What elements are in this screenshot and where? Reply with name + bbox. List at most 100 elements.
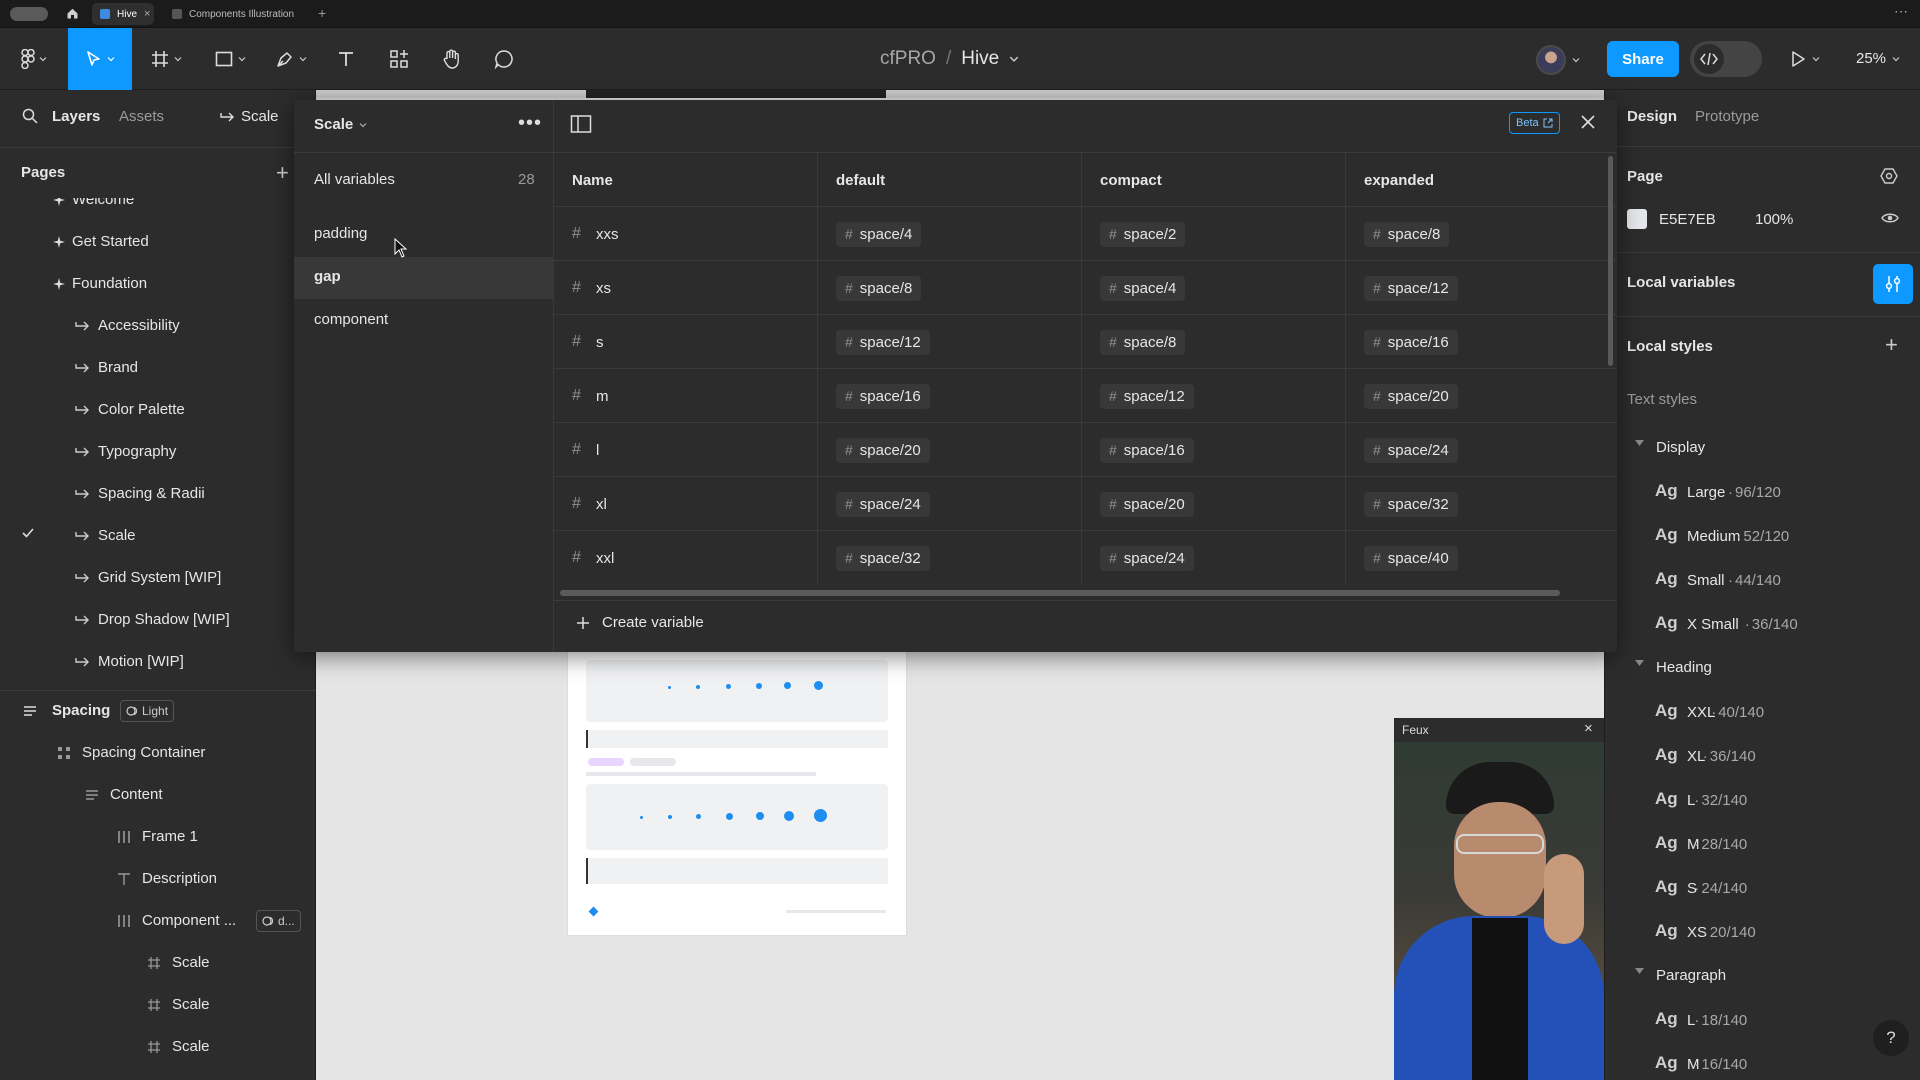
variable-value-cell[interactable]: # space/40 [1346, 531, 1617, 583]
variable-name-cell[interactable]: # s [554, 315, 818, 369]
variable-name-cell[interactable]: # xs [554, 261, 818, 315]
variable-name-cell[interactable]: # l [554, 423, 818, 477]
variable-value-cell[interactable]: # space/12 [1346, 261, 1617, 315]
variable-name-cell[interactable]: # xxl [554, 531, 818, 583]
home-icon[interactable] [66, 7, 79, 20]
variable-value-cell[interactable]: # space/12 [1082, 369, 1346, 423]
help-button[interactable]: ? [1873, 1020, 1909, 1056]
variable-value-cell[interactable]: # space/20 [818, 423, 1082, 477]
resources-tool-button[interactable] [383, 28, 415, 90]
variable-value-cell[interactable]: # space/2 [1082, 207, 1346, 261]
close-modal-icon[interactable] [1580, 114, 1596, 130]
variable-value-cell[interactable]: # space/4 [1082, 261, 1346, 315]
all-variables-item[interactable]: All variables [314, 171, 395, 188]
sidebar-toggle-icon[interactable] [570, 114, 592, 134]
variable-alias-chip[interactable]: # space/20 [1100, 491, 1194, 517]
browser-tab-hive[interactable]: Hive × [92, 3, 154, 25]
dev-mode-toggle[interactable] [1690, 41, 1762, 77]
variable-row[interactable]: # xxs # space/4 # space/2 # space/8 [554, 207, 1617, 261]
hand-tool-button[interactable] [436, 28, 468, 90]
variable-value-cell[interactable]: # space/24 [1346, 423, 1617, 477]
add-style-icon[interactable]: + [1885, 332, 1898, 358]
page-item[interactable]: Scale [0, 518, 296, 554]
text-style-item[interactable]: Ag M 16/140 · [1605, 1050, 1920, 1080]
column-header[interactable]: default [818, 153, 1082, 207]
variable-alias-chip[interactable]: # space/16 [836, 383, 930, 409]
pen-tool-button[interactable] [268, 28, 314, 90]
variable-value-cell[interactable]: # space/20 [1082, 477, 1346, 531]
more-tabs-icon[interactable]: ⋯ [1894, 3, 1908, 20]
layer-item-spacing[interactable]: Spacing Light [0, 690, 316, 732]
move-tool-button[interactable] [68, 28, 132, 90]
page-item[interactable]: Accessibility [0, 308, 296, 344]
zoom-control[interactable]: 25% [1856, 50, 1900, 67]
text-style-item[interactable]: Ag XXL 40/140 · [1605, 698, 1920, 730]
page-item[interactable]: Welcome [0, 198, 296, 218]
text-style-item[interactable]: Ag X Small 36/140 · [1605, 610, 1920, 642]
layer-item[interactable]: Scale [0, 984, 316, 1026]
layer-item[interactable]: Frame 1 [0, 816, 316, 858]
page-item[interactable]: Foundation [0, 266, 296, 302]
share-button[interactable]: Share [1607, 41, 1679, 77]
variable-name-cell[interactable]: # m [554, 369, 818, 423]
add-page-icon[interactable]: + [276, 160, 289, 186]
layer-item[interactable]: Scale [0, 942, 316, 984]
page-settings-icon[interactable] [1879, 166, 1899, 186]
variable-value-cell[interactable]: # space/24 [818, 477, 1082, 531]
open-variables-button[interactable] [1873, 264, 1913, 304]
variable-row[interactable]: # xs # space/8 # space/4 # space/12 [554, 261, 1617, 315]
scale-documentation-frame[interactable] [568, 650, 906, 935]
variable-row[interactable]: # m # space/16 # space/12 # space/20 [554, 369, 1617, 423]
variable-alias-chip[interactable]: # space/24 [836, 491, 930, 517]
variable-group-item[interactable]: padding [294, 214, 554, 256]
column-header[interactable]: compact [1082, 153, 1346, 207]
variable-group-item[interactable]: component [294, 300, 554, 342]
page-color-value[interactable]: E5E7EB [1659, 211, 1716, 228]
text-style-item[interactable]: Ag Small 44/140 · [1605, 566, 1920, 598]
close-video-icon[interactable]: × [1584, 720, 1593, 737]
text-style-item[interactable]: Ag Medium 52/120 · [1605, 522, 1920, 554]
layer-item[interactable]: Description [0, 858, 316, 900]
shape-tool-button[interactable] [208, 28, 252, 90]
more-options-icon[interactable]: ••• [518, 112, 542, 135]
variable-name-cell[interactable]: # xxs [554, 207, 818, 261]
tab-assets[interactable]: Assets [119, 108, 164, 125]
variable-value-cell[interactable]: # space/8 [818, 261, 1082, 315]
variable-value-cell[interactable]: # space/24 [1082, 531, 1346, 583]
column-header[interactable]: expanded [1346, 153, 1617, 207]
variable-value-cell[interactable]: # space/16 [818, 369, 1082, 423]
beta-badge[interactable]: Beta [1509, 112, 1560, 134]
text-style-item[interactable]: Ag Large 96/120 · [1605, 478, 1920, 510]
variable-alias-chip[interactable]: # space/12 [1364, 275, 1458, 301]
file-breadcrumb[interactable]: cfPRO / Hive [880, 48, 1019, 70]
new-tab-icon[interactable]: + [318, 5, 326, 21]
text-style-item[interactable]: Ag M 28/140 · [1605, 830, 1920, 862]
team-name[interactable]: cfPRO [880, 48, 936, 70]
present-button[interactable] [1790, 50, 1820, 68]
page-item[interactable]: Color Palette [0, 392, 296, 428]
table-vertical-scrollbar[interactable] [1608, 156, 1613, 366]
scale-page-link[interactable]: Scale [220, 108, 279, 125]
collection-dropdown[interactable]: Scale [314, 116, 367, 133]
variable-value-cell[interactable]: # space/8 [1346, 207, 1617, 261]
user-avatar-menu[interactable] [1536, 45, 1580, 75]
page-item[interactable]: Drop Shadow [WIP] [0, 602, 296, 638]
variable-alias-chip[interactable]: # space/24 [1364, 437, 1458, 463]
variable-alias-chip[interactable]: # space/20 [836, 437, 930, 463]
style-group-header[interactable]: Heading [1605, 654, 1920, 684]
search-layers-icon[interactable] [22, 108, 38, 124]
variable-value-cell[interactable]: # space/16 [1082, 423, 1346, 477]
variable-value-cell[interactable]: # space/12 [818, 315, 1082, 369]
close-tab-icon[interactable]: × [144, 8, 150, 20]
comment-tool-button[interactable] [488, 28, 520, 90]
variable-value-cell[interactable]: # space/8 [1082, 315, 1346, 369]
variable-alias-chip[interactable]: # space/8 [836, 275, 922, 301]
variable-alias-chip[interactable]: # space/8 [1100, 329, 1186, 355]
variable-alias-chip[interactable]: # space/12 [1100, 383, 1194, 409]
local-variables-label[interactable]: Local variables [1627, 274, 1735, 291]
variable-value-cell[interactable]: # space/4 [818, 207, 1082, 261]
variable-alias-chip[interactable]: # space/40 [1364, 545, 1458, 571]
variable-alias-chip[interactable]: # space/24 [1100, 545, 1194, 571]
page-item[interactable]: Typography [0, 434, 296, 470]
variable-group-item[interactable]: gap [294, 257, 554, 299]
